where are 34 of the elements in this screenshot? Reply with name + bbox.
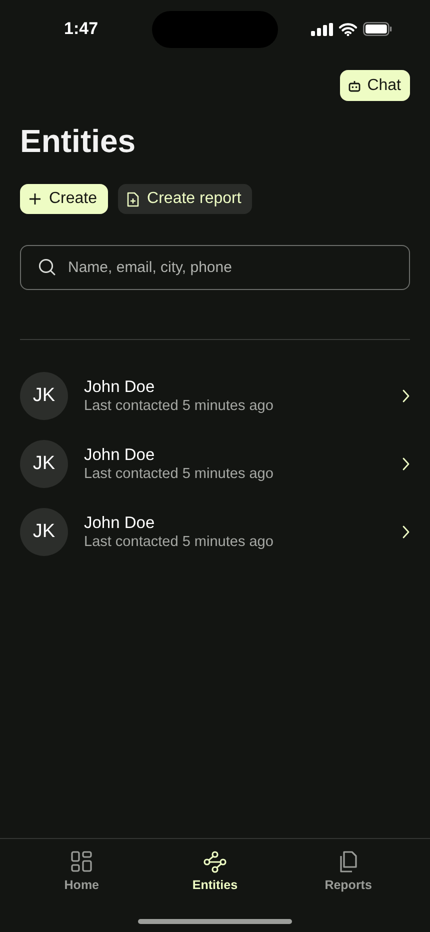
status-time: 1:47: [64, 19, 98, 39]
nodes-icon: [202, 851, 227, 873]
chevron-right-icon: [402, 525, 410, 539]
battery-icon: [363, 22, 392, 36]
document-plus-icon: [127, 192, 140, 206]
chevron-right-icon: [402, 457, 410, 471]
tab-button[interactable]: Entities: [160, 851, 270, 892]
signal-icon: [311, 22, 333, 36]
wifi-icon: [339, 22, 357, 36]
create-button[interactable]: Create: [20, 184, 108, 214]
robot-icon: [348, 80, 362, 92]
chat-button[interactable]: Chat: [340, 70, 410, 101]
last-contacted-text: Last contacted 5 minutes ago: [84, 534, 274, 550]
avatar: JK: [20, 440, 68, 488]
search-icon: [38, 258, 56, 276]
entity-name: John Doe: [84, 446, 156, 465]
tab-button[interactable]: Reports: [293, 851, 404, 892]
avatar: JK: [20, 508, 68, 556]
documents-icon: [337, 851, 360, 873]
tab-button[interactable]: Home: [26, 851, 137, 892]
search-field[interactable]: Name, email, city, phone: [20, 245, 410, 290]
last-contacted-text: Last contacted 5 minutes ago: [84, 466, 274, 482]
entity-row[interactable]: JK John Doe Last contacted 5 minutes ago: [20, 440, 410, 488]
entity-row[interactable]: JK John Doe Last contacted 5 minutes ago: [20, 508, 410, 556]
plus-icon: [29, 193, 41, 205]
entity-name: John Doe: [84, 378, 156, 397]
avatar: JK: [20, 372, 68, 420]
chevron-right-icon: [402, 389, 410, 403]
create-report-button[interactable]: Create report: [118, 184, 252, 214]
grid-icon: [70, 851, 93, 873]
last-contacted-text: Last contacted 5 minutes ago: [84, 398, 274, 414]
entity-name: John Doe: [84, 514, 156, 533]
page-title: Entities: [20, 122, 137, 161]
entity-row[interactable]: JK John Doe Last contacted 5 minutes ago: [20, 372, 410, 420]
